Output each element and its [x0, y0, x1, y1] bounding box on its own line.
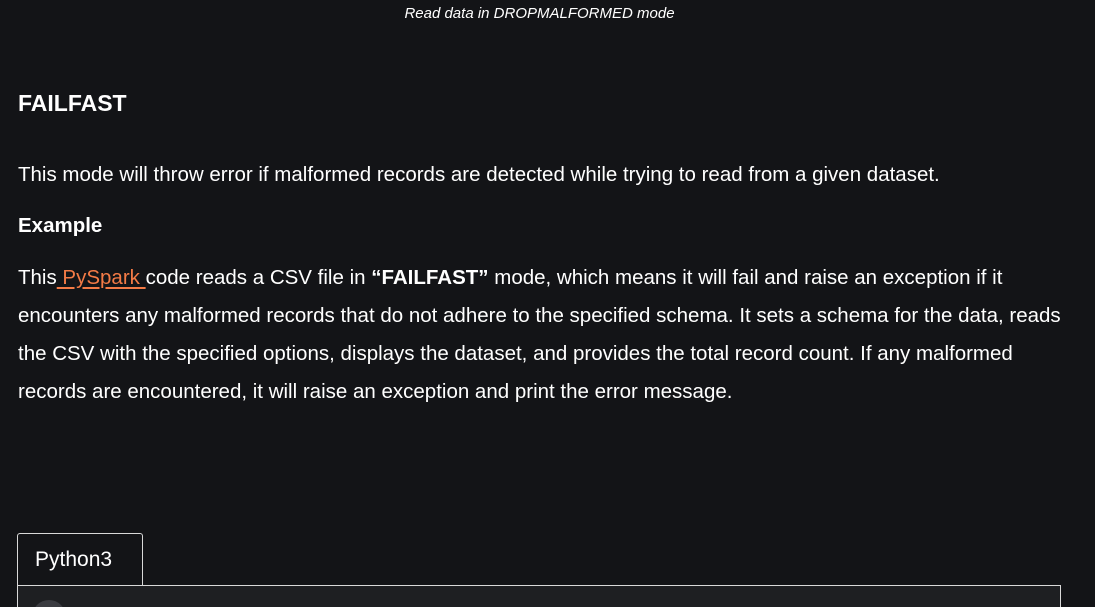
code-panel: [17, 585, 1061, 607]
article-content: FAILFAST This mode will throw error if m…: [18, 86, 1068, 412]
section-intro: This mode will throw error if malformed …: [18, 163, 940, 186]
code-tabs: Python3: [17, 533, 1061, 607]
figure-caption: Read data in DROPMALFORMED mode: [404, 5, 675, 22]
pyspark-link[interactable]: PySpark: [57, 266, 146, 289]
failfast-term: “FAILFAST”: [371, 265, 489, 289]
example-text-middle: code reads a CSV file in: [145, 265, 372, 289]
example-text-start: This: [18, 265, 57, 289]
section-heading: FAILFAST: [18, 90, 127, 116]
tab-python3[interactable]: Python3: [17, 533, 143, 585]
example-heading: Example: [18, 214, 103, 238]
example-paragraph: This PySpark code reads a CSV file in “F…: [18, 259, 1068, 412]
copy-code-icon[interactable]: [32, 600, 66, 607]
